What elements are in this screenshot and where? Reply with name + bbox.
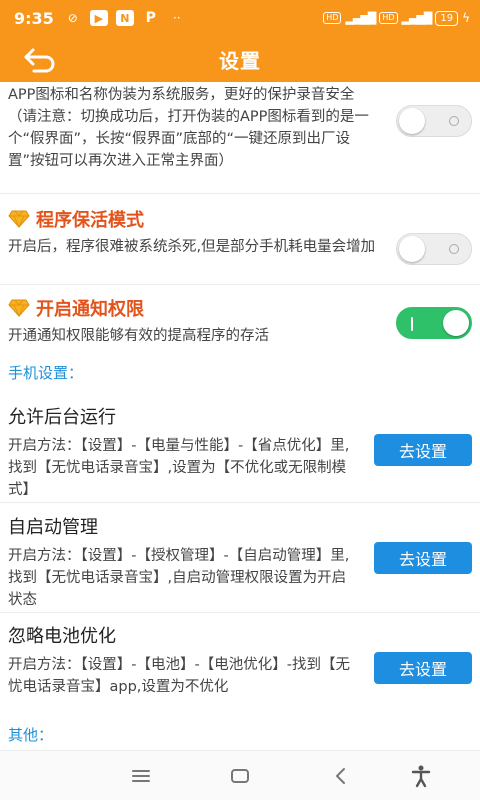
keep-alive-title-row: 程序保活模式 xyxy=(8,206,144,232)
notification-description: 开通通知权限能够有效的提高程序的存活 xyxy=(8,328,269,344)
toggle-knob xyxy=(399,108,425,134)
autostart-description: 开启方法：【设置】-【授权管理】-【自启动管理】里,找到【无忧电话录音宝】,自启… xyxy=(8,548,350,608)
keep-alive-toggle[interactable] xyxy=(396,233,472,265)
autostart-settings-button[interactable]: 去设置 xyxy=(374,542,472,574)
background-run-description: 开启方法：【设置】-【电量与性能】-【省点优化】里,找到【无忧电话录音宝】,设置… xyxy=(8,438,350,498)
n-app-icon: N xyxy=(115,10,134,26)
charging-icon: ϟ xyxy=(462,11,470,25)
toggle-indicator xyxy=(449,244,459,254)
phone-settings-header: 手机设置： xyxy=(8,364,84,382)
hd-badge-2: HD xyxy=(379,12,398,24)
keep-alive-description: 开启后，程序很难被系统杀死,但是部分手机耗电量会增加 xyxy=(8,239,376,255)
back-icon[interactable] xyxy=(22,44,56,74)
signal-icon: ▂▄▆█ xyxy=(345,11,376,25)
p-app-icon: P xyxy=(145,10,156,26)
background-run-settings-button[interactable]: 去设置 xyxy=(374,434,472,466)
battery-optimization-settings-button[interactable]: 去设置 xyxy=(374,652,472,684)
disguise-setting: APP图标和名称伪装为系统服务，更好的保护录音安全（请注意：切换成功后，打开伪装… xyxy=(0,82,480,194)
toggle-indicator xyxy=(449,116,459,126)
disguise-description: APP图标和名称伪装为系统服务，更好的保护录音安全（请注意：切换成功后，打开伪装… xyxy=(8,87,369,169)
other-header: 其他： xyxy=(8,726,54,744)
video-app-icon: ▶ xyxy=(89,10,108,26)
status-bar: 9:35 ⊘ ▶ N P ·· HD ▂▄▆█ HD ▂▄▆█ 19 ϟ xyxy=(0,0,480,36)
page-title: 设置 xyxy=(219,48,261,73)
battery-level: 19 xyxy=(440,12,454,24)
notification-setting: 开启通知权限 开通通知权限能够有效的提高程序的存活 xyxy=(0,285,480,353)
app-bar: 设置 xyxy=(0,36,480,82)
keep-alive-setting: 程序保活模式 开启后，程序很难被系统杀死,但是部分手机耗电量会增加 xyxy=(0,194,480,285)
menu-icon[interactable] xyxy=(128,763,154,789)
diamond-icon xyxy=(8,299,30,317)
background-run-setting: 允许后台运行 开启方法：【设置】-【电量与性能】-【省点优化】里,找到【无忧电话… xyxy=(0,395,480,503)
autostart-setting: 自启动管理 开启方法：【设置】-【授权管理】-【自启动管理】里,找到【无忧电话录… xyxy=(0,503,480,613)
settings-list[interactable]: APP图标和名称伪装为系统服务，更好的保护录音安全（请注意：切换成功后，打开伪装… xyxy=(0,82,480,750)
back-nav-icon[interactable] xyxy=(328,763,354,789)
hd-badge: HD xyxy=(323,12,342,24)
clock: 9:35 xyxy=(14,8,54,28)
battery-icon: 19 xyxy=(435,10,459,26)
battery-optimization-setting: 忽略电池优化 开启方法：【设置】-【电池】-【电池优化】-找到【无忧电话录音宝】… xyxy=(0,613,480,721)
keep-alive-title: 程序保活模式 xyxy=(36,210,144,231)
battery-optimization-description: 开启方法：【设置】-【电池】-【电池优化】-找到【无忧电话录音宝】app,设置为… xyxy=(8,657,350,695)
disguise-toggle[interactable] xyxy=(396,105,472,137)
more-notifications-icon: ·· xyxy=(172,11,181,25)
toggle-knob xyxy=(443,310,469,336)
diamond-icon xyxy=(8,210,30,228)
system-nav-bar xyxy=(0,750,480,800)
signal-icon-2: ▂▄▆█ xyxy=(401,11,433,25)
autostart-title: 自启动管理 xyxy=(8,517,98,538)
toggle-indicator xyxy=(411,317,413,331)
sync-off-icon: ⊘ xyxy=(67,11,78,25)
toggle-knob xyxy=(399,236,425,262)
accessibility-icon[interactable] xyxy=(408,763,434,789)
notification-title: 开启通知权限 xyxy=(36,299,144,320)
notification-title-row: 开启通知权限 xyxy=(8,295,144,321)
battery-optimization-title: 忽略电池优化 xyxy=(8,626,116,647)
home-icon[interactable] xyxy=(227,763,253,789)
notification-toggle[interactable] xyxy=(396,307,472,339)
background-run-title: 允许后台运行 xyxy=(8,407,116,428)
